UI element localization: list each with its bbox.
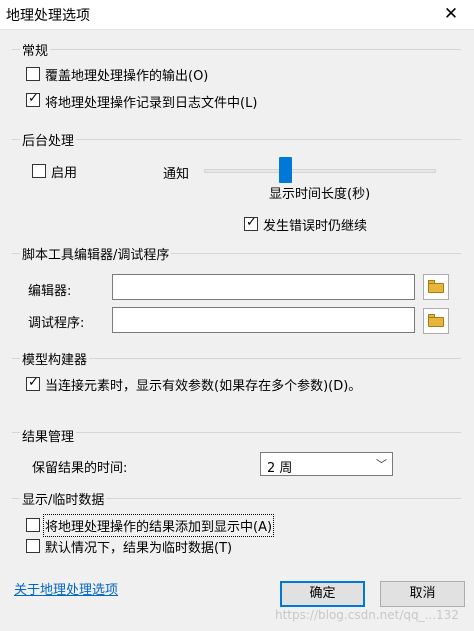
add-results-checkbox[interactable] bbox=[26, 518, 40, 532]
watermark: https://blog.csdn.net/qq_...132 bbox=[275, 608, 459, 622]
continue-on-error-checkbox[interactable]: ✓ bbox=[244, 215, 258, 231]
ok-button[interactable]: 确定 bbox=[280, 581, 365, 607]
background-group-label: 后台处理 bbox=[20, 130, 77, 149]
enable-background-label: 启用 bbox=[51, 166, 78, 181]
close-icon[interactable]: ✕ bbox=[428, 0, 474, 30]
keep-results-value: 2 周 bbox=[267, 461, 293, 476]
title-bar: 地理处理选项 ✕ bbox=[0, 0, 474, 30]
script-group bbox=[12, 253, 461, 348]
notify-label: 通知 bbox=[163, 167, 190, 182]
about-link[interactable]: 关于地理处理选项 bbox=[14, 579, 118, 598]
continue-on-error-label: 发生错误时仍继续 bbox=[263, 219, 368, 234]
results-group-label: 结果管理 bbox=[20, 426, 77, 445]
enable-background-checkbox[interactable] bbox=[32, 164, 46, 178]
checkmark-icon: ✓ bbox=[28, 91, 39, 106]
show-params-checkbox[interactable]: ✓ bbox=[26, 375, 40, 391]
checkmark-icon: ✓ bbox=[28, 375, 39, 390]
keep-results-label: 保留结果的时间: bbox=[32, 461, 128, 476]
log-to-file-label: 将地理处理操作记录到日志文件中(L) bbox=[45, 96, 258, 111]
temp-default-label: 默认情况下，结果为临时数据(T) bbox=[45, 541, 233, 556]
notify-duration-slider-thumb[interactable] bbox=[279, 157, 292, 183]
background-group bbox=[12, 139, 461, 239]
overwrite-output-label: 覆盖地理处理操作的输出(O) bbox=[45, 69, 209, 84]
log-to-file-checkbox[interactable]: ✓ bbox=[26, 91, 40, 107]
chevron-down-icon: ﹀ bbox=[376, 458, 387, 471]
checkmark-icon: ✓ bbox=[246, 215, 257, 230]
duration-label: 显示时间长度(秒) bbox=[269, 187, 371, 202]
overwrite-output-checkbox[interactable] bbox=[26, 67, 40, 81]
debugger-input[interactable] bbox=[112, 307, 415, 333]
general-group-label: 常规 bbox=[20, 40, 51, 59]
show-params-label: 当连接元素时，显示有效参数(如果存在多个参数)(D)。 bbox=[45, 379, 362, 394]
debugger-browse-button[interactable] bbox=[423, 308, 449, 334]
display-group-label: 显示/临时数据 bbox=[20, 489, 107, 508]
window-title: 地理处理选项 bbox=[6, 8, 90, 24]
cancel-button[interactable]: 取消 bbox=[380, 581, 465, 607]
debugger-label: 调试程序: bbox=[28, 316, 85, 331]
keep-results-select[interactable]: 2 周 ﹀ bbox=[260, 452, 393, 476]
editor-browse-button[interactable] bbox=[423, 274, 449, 300]
script-group-label: 脚本工具编辑器/调试程序 bbox=[20, 244, 172, 263]
add-results-label: 将地理处理操作的结果添加到显示中(A) bbox=[42, 514, 275, 537]
notify-duration-slider-track[interactable] bbox=[204, 169, 436, 173]
modelbuilder-group-label: 模型构建器 bbox=[20, 349, 90, 368]
editor-input[interactable] bbox=[112, 274, 415, 300]
temp-default-checkbox[interactable] bbox=[26, 539, 40, 553]
editor-label: 编辑器: bbox=[28, 284, 72, 299]
